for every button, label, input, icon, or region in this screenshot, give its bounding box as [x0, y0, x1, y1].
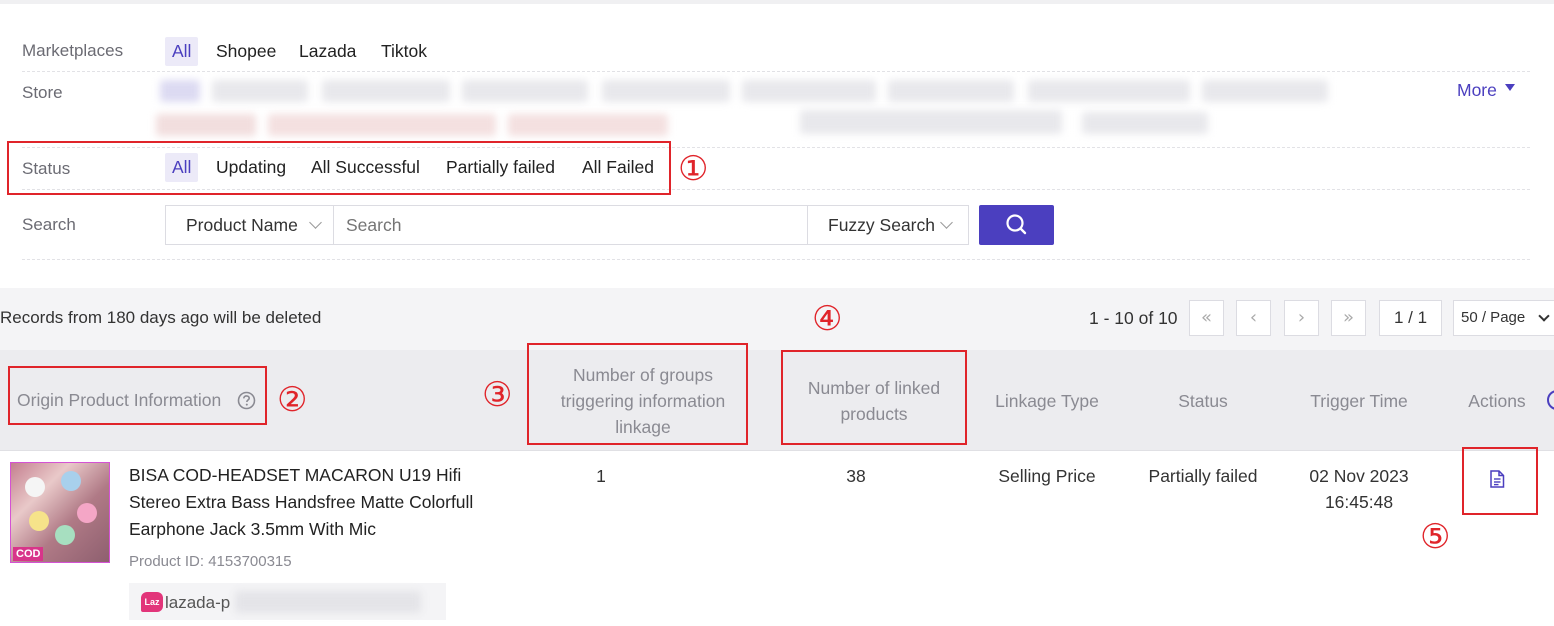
next-page-icon[interactable]: ›: [1284, 300, 1319, 336]
annotation-number-2: ②: [277, 380, 308, 420]
header-trigger-time: Trigger Time: [1310, 391, 1408, 411]
header-linkage-type: Linkage Type: [995, 391, 1099, 411]
store-option-blurred[interactable]: [156, 114, 256, 136]
annotation-number-3: ③: [482, 375, 513, 415]
store-label: Store: [22, 83, 63, 102]
thumbnail-badge: COD: [13, 547, 44, 561]
search-field-select-value: Product Name: [186, 215, 298, 235]
annotation-number-1: ①: [678, 149, 709, 189]
store-option-blurred[interactable]: [268, 114, 496, 136]
marketplace-option-tiktok[interactable]: Tiktok: [381, 41, 427, 62]
product-name: BISA COD-HEADSET MACARON U19 Hifi Stereo…: [129, 465, 474, 539]
prev-page-icon[interactable]: ‹: [1236, 300, 1271, 336]
marketplace-option-lazada[interactable]: Lazada: [299, 41, 356, 62]
store-option-blurred[interactable]: [1028, 80, 1190, 102]
annotation-box-origin: [8, 366, 267, 425]
search-mode-select[interactable]: Fuzzy Search: [807, 205, 969, 245]
store-name-blurred: [235, 591, 421, 613]
search-mode-select-value: Fuzzy Search: [828, 215, 935, 235]
annotation-box-linked: [781, 350, 967, 445]
linked-count: 38: [846, 466, 866, 486]
chevron-down-icon: [1538, 310, 1550, 322]
first-page-icon[interactable]: «: [1189, 300, 1224, 336]
store-option-blurred[interactable]: [1082, 112, 1208, 134]
annotation-number-4: ④: [812, 299, 843, 339]
store-option-blurred[interactable]: [508, 114, 668, 136]
groups-count: 1: [596, 466, 606, 486]
pagination-range: 1 - 10 of 10: [1089, 308, 1178, 328]
search-icon: [1006, 214, 1027, 235]
store-option-blurred[interactable]: [1202, 80, 1328, 102]
page-size-select[interactable]: 50 / Page: [1453, 300, 1554, 336]
page-size-value: 50 / Page: [1461, 309, 1526, 326]
page-number-input[interactable]: 1 / 1: [1379, 300, 1442, 336]
search-label: Search: [22, 215, 76, 234]
header-status: Status: [1178, 391, 1228, 411]
annotation-box-status: [7, 141, 671, 195]
caret-down-icon[interactable]: [1505, 84, 1515, 91]
store-option-blurred[interactable]: [160, 80, 200, 102]
chevron-down-icon: [940, 216, 953, 229]
product-id: Product ID: 4153700315: [129, 553, 292, 570]
linkage-type: Selling Price: [998, 466, 1096, 486]
store-option-blurred[interactable]: [800, 110, 1062, 134]
header-actions: Actions: [1468, 391, 1526, 411]
store-option-blurred[interactable]: [742, 80, 876, 102]
search-input[interactable]: [333, 205, 809, 245]
chevron-down-icon: [309, 216, 322, 229]
store-name: lazada-p: [165, 593, 231, 612]
last-page-icon[interactable]: »: [1331, 300, 1366, 336]
trigger-date: 02 Nov 2023: [1309, 466, 1409, 486]
search-field-select[interactable]: Product Name: [165, 205, 334, 245]
store-more-link[interactable]: More: [1457, 80, 1497, 101]
retention-notice: Records from 180 days ago will be delete…: [0, 308, 322, 327]
product-thumbnail: COD: [10, 462, 110, 563]
trigger-clock: 16:45:48: [1324, 492, 1394, 512]
marketplaces-filter: Marketplaces All Shopee Lazada Tiktok: [22, 30, 1530, 72]
annotation-box-groups: [527, 343, 748, 445]
marketplace-option-shopee[interactable]: Shopee: [216, 41, 276, 62]
store-chip: Laz lazada-p: [129, 583, 446, 620]
store-option-blurred[interactable]: [888, 80, 1014, 102]
lazada-logo-icon: Laz: [141, 592, 163, 612]
row-status: Partially failed: [1148, 466, 1258, 486]
search-button[interactable]: [979, 205, 1054, 245]
top-strip: [0, 0, 1554, 4]
marketplace-option-all[interactable]: All: [165, 37, 199, 66]
marketplaces-label: Marketplaces: [22, 41, 124, 60]
annotation-number-5: ⑤: [1420, 517, 1451, 557]
annotation-box-actions: [1462, 447, 1538, 515]
store-option-blurred[interactable]: [462, 80, 588, 102]
store-option-blurred[interactable]: [602, 80, 730, 102]
store-option-blurred[interactable]: [212, 80, 308, 102]
store-option-blurred[interactable]: [322, 80, 450, 102]
